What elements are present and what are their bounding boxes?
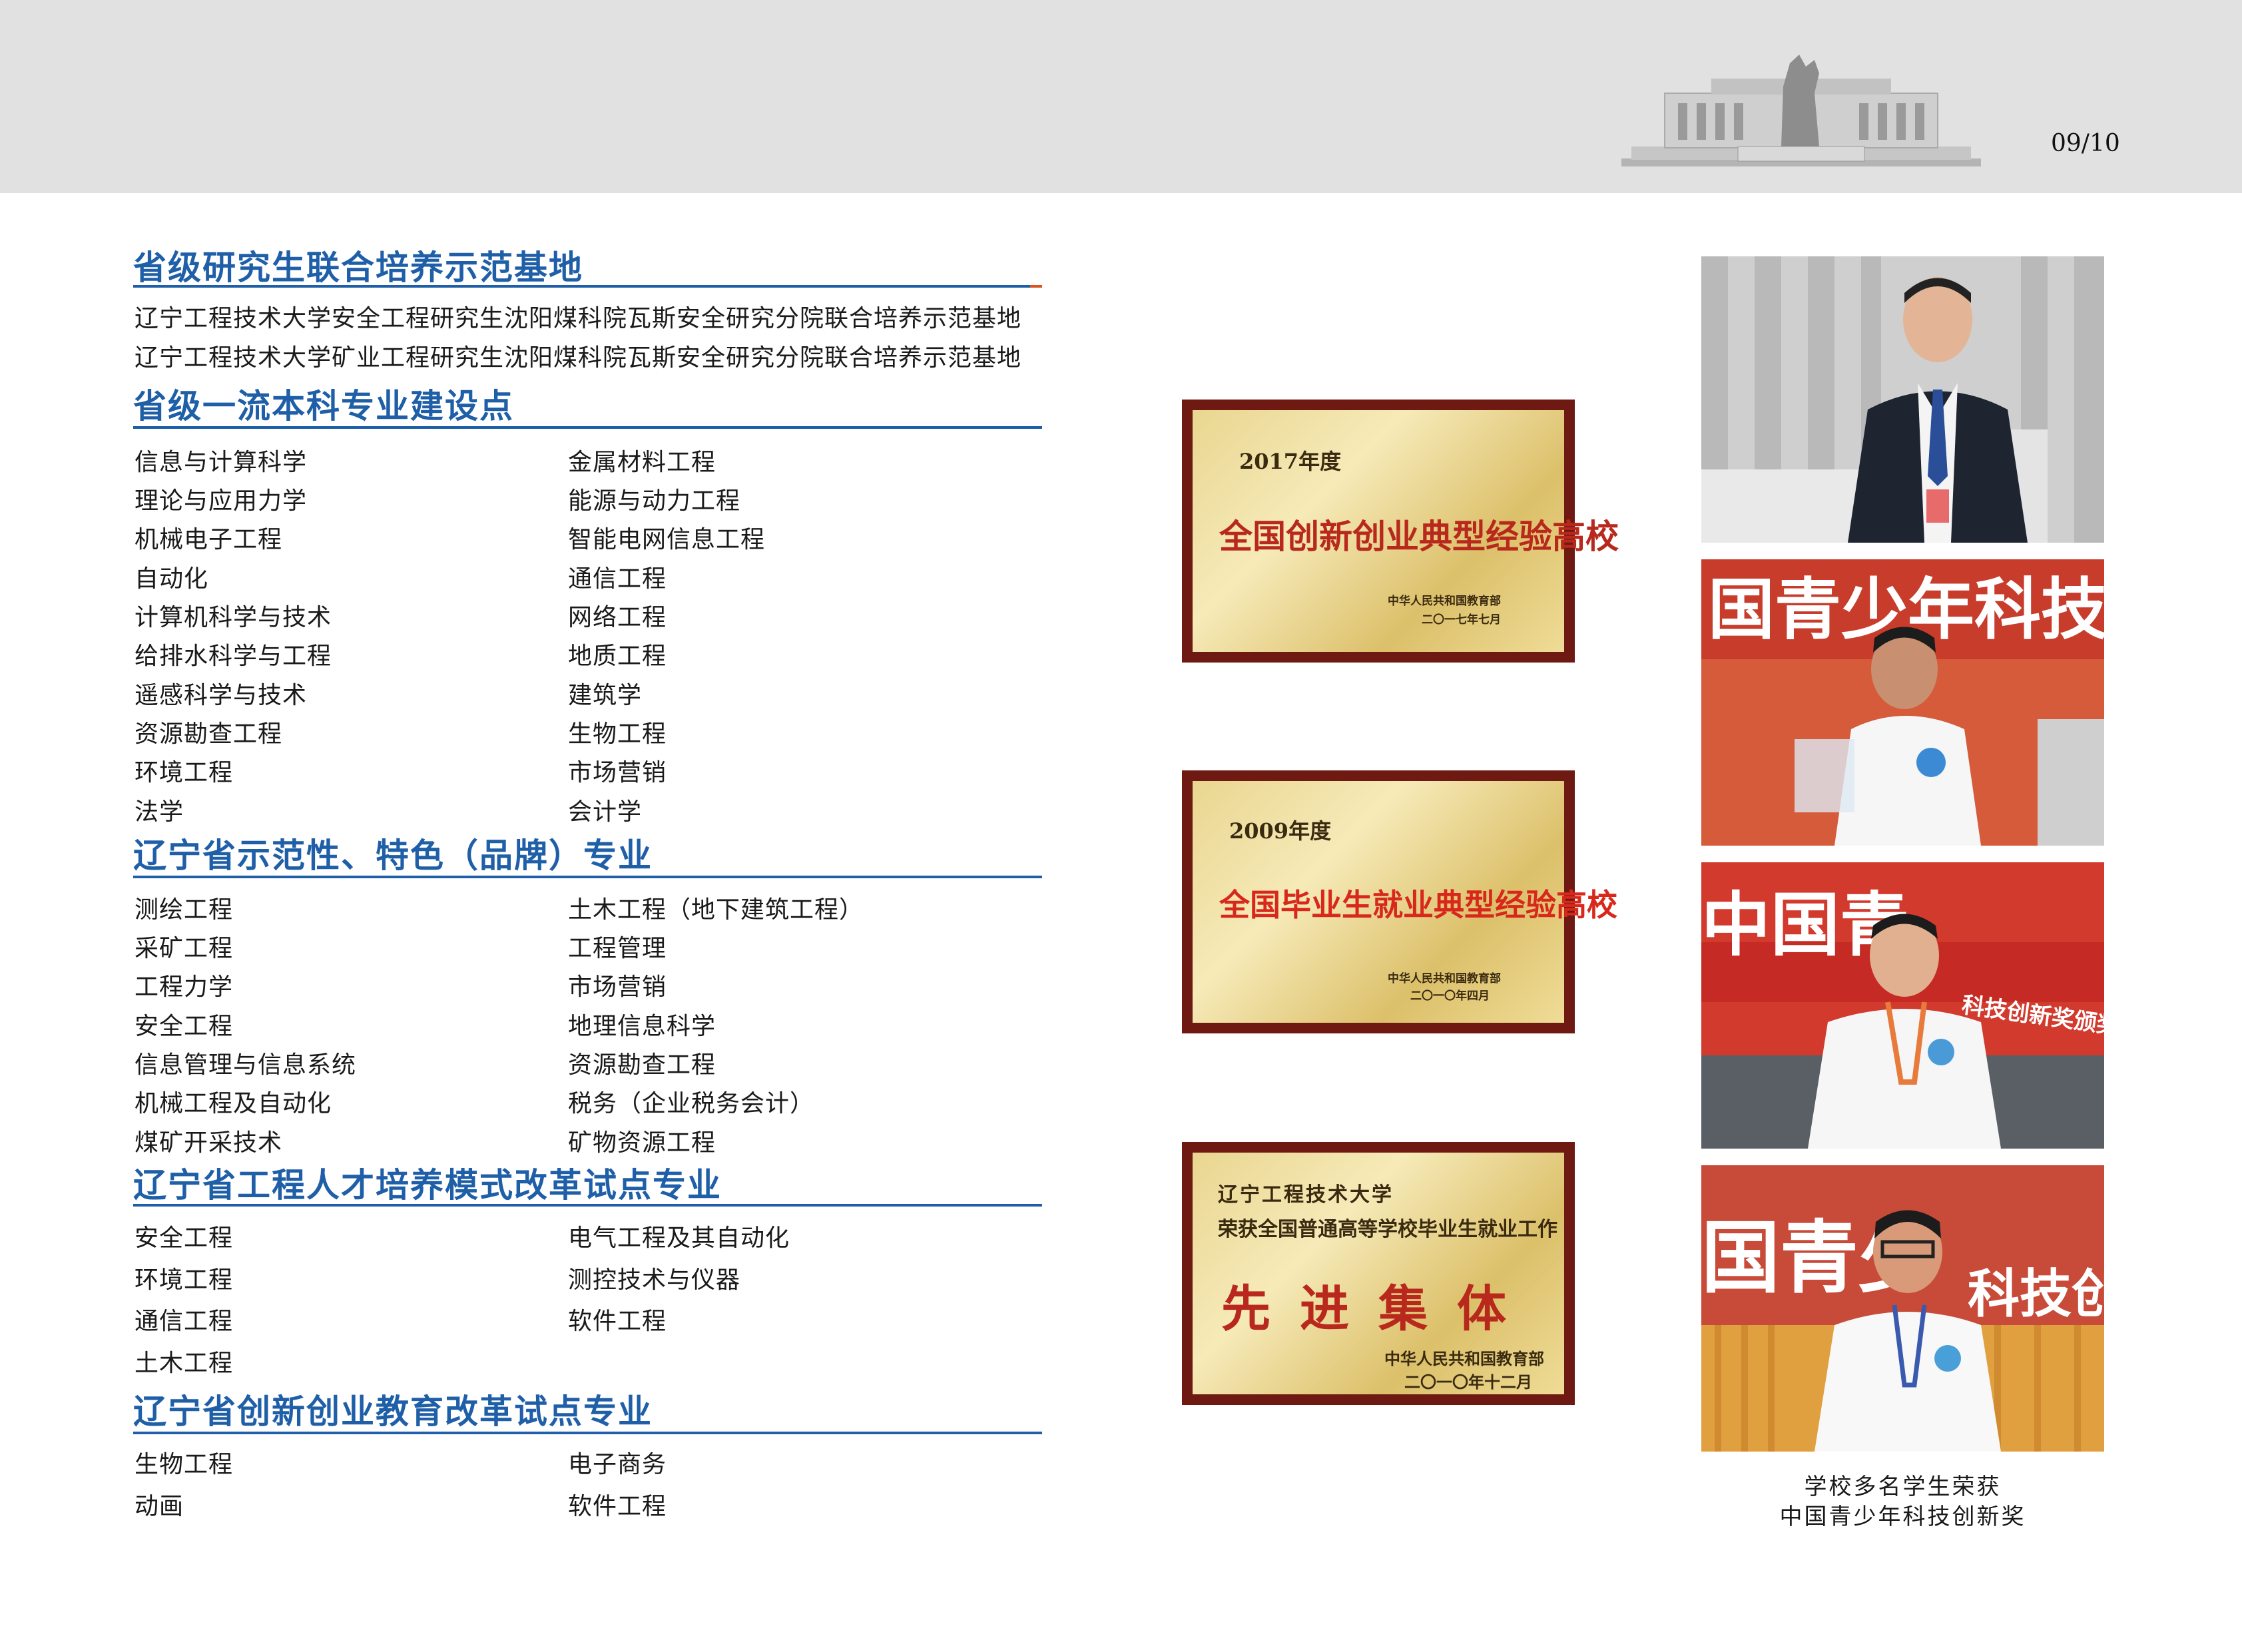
section-title-graduate-base: 省级研究生联合培养示范基地 [133,248,583,287]
award-plaque-advanced-collective: 辽宁工程技术大学 荣获全国普通高等学校毕业生就业工作 先进集体 中华人民共和国教… [1182,1142,1575,1405]
list-item: 市场营销 [568,759,667,786]
list-item: 通信工程 [135,1308,234,1335]
student-photo-4: 国青少 科技创新 [1701,1165,2104,1452]
list-item: 理论与应用力学 [135,487,308,515]
student-photo-2: 国青少年科技创新 [1701,559,2104,846]
list-item: 矿物资源工程 [568,1129,716,1157]
list-item: 计算机科学与技术 [135,604,332,631]
list-item: 网络工程 [568,604,667,631]
section-title-first-class-majors: 省级一流本科专业建设点 [133,386,514,425]
section-rule [133,1204,1042,1207]
rule-accent [1030,285,1042,288]
list-item: 测控技术与仪器 [568,1266,741,1294]
student-photo-3: 中国青 科技创新奖颁奖大会 [1701,862,2104,1149]
plaque-year: 2009年度 [1229,818,1332,844]
list-item: 电气工程及其自动化 [568,1225,790,1252]
section-title-featured-majors: 辽宁省示范性、特色（品牌）专业 [133,836,653,875]
list-item: 软件工程 [568,1308,667,1335]
list-item: 土木工程（地下建筑工程） [568,896,864,924]
list-item: 土木工程 [135,1350,234,1377]
list-item: 法学 [135,798,184,826]
plaque-date: 二〇一〇年十二月 [1404,1372,1532,1392]
page-number: 09/10 [2051,130,2120,157]
list-item: 金属材料工程 [568,449,716,476]
list-item: 信息与计算科学 [135,449,308,476]
list-item: 税务（企业税务会计） [568,1090,815,1117]
photo-caption-line1: 学校多名学生荣获 [1804,1474,2002,1500]
section-rule [133,426,1042,429]
list-item: 会计学 [568,798,643,826]
plaque-date: 二〇一〇年四月 [1410,989,1490,1003]
plaque-year: 2017年度 [1239,449,1342,474]
list-item: 工程力学 [135,973,234,1001]
list-item: 环境工程 [135,1266,234,1294]
list-item: 采矿工程 [135,935,234,962]
section-rule [133,876,1042,878]
list-item: 动画 [135,1493,184,1520]
list-item: 机械电子工程 [135,526,283,553]
section-rule [133,1432,1042,1434]
list-item: 环境工程 [135,759,234,786]
list-item: 遥感科学与技术 [135,682,308,709]
award-plaque-2009: 2009年度 全国毕业生就业典型经验高校 中华人民共和国教育部 二〇一〇年四月 [1182,770,1617,1033]
plaque-issuer: 中华人民共和国教育部 [1388,972,1501,985]
list-item: 安全工程 [135,1225,234,1252]
plaque-title: 全国毕业生就业典型经验高校 [1219,887,1617,923]
campus-building-emblem [1621,55,1981,166]
photo-caption-line2: 中国青少年科技创新奖 [1779,1504,2026,1530]
list-item: 生物工程 [135,1451,234,1478]
section-title-engineering-reform: 辽宁省工程人才培养模式改革试点专业 [133,1165,722,1205]
list-item: 信息管理与信息系统 [135,1051,357,1079]
banner-text: 科技创新 [1968,1264,2104,1324]
plaque-issuer: 中华人民共和国教育部 [1388,595,1501,608]
list-item: 电子商务 [568,1451,667,1478]
list-item: 自动化 [135,565,209,593]
list-item: 测绘工程 [135,896,234,924]
list-item: 煤矿开采技术 [135,1129,283,1157]
list-item: 辽宁工程技术大学安全工程研究生沈阳煤科院瓦斯安全研究分院联合培养示范基地 [135,305,1022,332]
plaque-line1: 辽宁工程技术大学 [1218,1183,1394,1207]
list-item: 地理信息科学 [568,1013,716,1040]
list-item: 智能电网信息工程 [568,526,766,553]
section-title-innovation-reform: 辽宁省创新创业教育改革试点专业 [133,1392,653,1431]
list-item: 资源勘查工程 [568,1051,716,1079]
student-photo-1 [1701,256,2104,543]
plaque-date: 二〇一七年七月 [1422,613,1501,627]
award-plaque-2017: 2017年度 全国创新创业典型经验高校 中华人民共和国教育部 二〇一七年七月 [1182,400,1619,663]
list-item: 安全工程 [135,1013,234,1040]
section-rule [133,285,1042,288]
plaque-title: 全国创新创业典型经验高校 [1219,517,1619,556]
list-item: 工程管理 [568,935,667,962]
list-item: 生物工程 [568,720,667,748]
list-item: 软件工程 [568,1493,667,1520]
list-item: 资源勘查工程 [135,720,283,748]
list-item: 给排水科学与工程 [135,643,332,670]
plaque-title: 先进集体 [1221,1280,1536,1338]
list-item: 通信工程 [568,565,667,593]
list-item: 辽宁工程技术大学矿业工程研究生沈阳煤科院瓦斯安全研究分院联合培养示范基地 [135,344,1022,372]
list-item: 能源与动力工程 [568,487,741,515]
list-item: 机械工程及自动化 [135,1090,332,1117]
list-item: 地质工程 [568,643,667,670]
plaque-line2: 荣获全国普通高等学校毕业生就业工作 [1218,1218,1557,1241]
list-item: 建筑学 [568,682,643,709]
plaque-issuer: 中华人民共和国教育部 [1384,1349,1544,1368]
list-item: 市场营销 [568,973,667,1001]
